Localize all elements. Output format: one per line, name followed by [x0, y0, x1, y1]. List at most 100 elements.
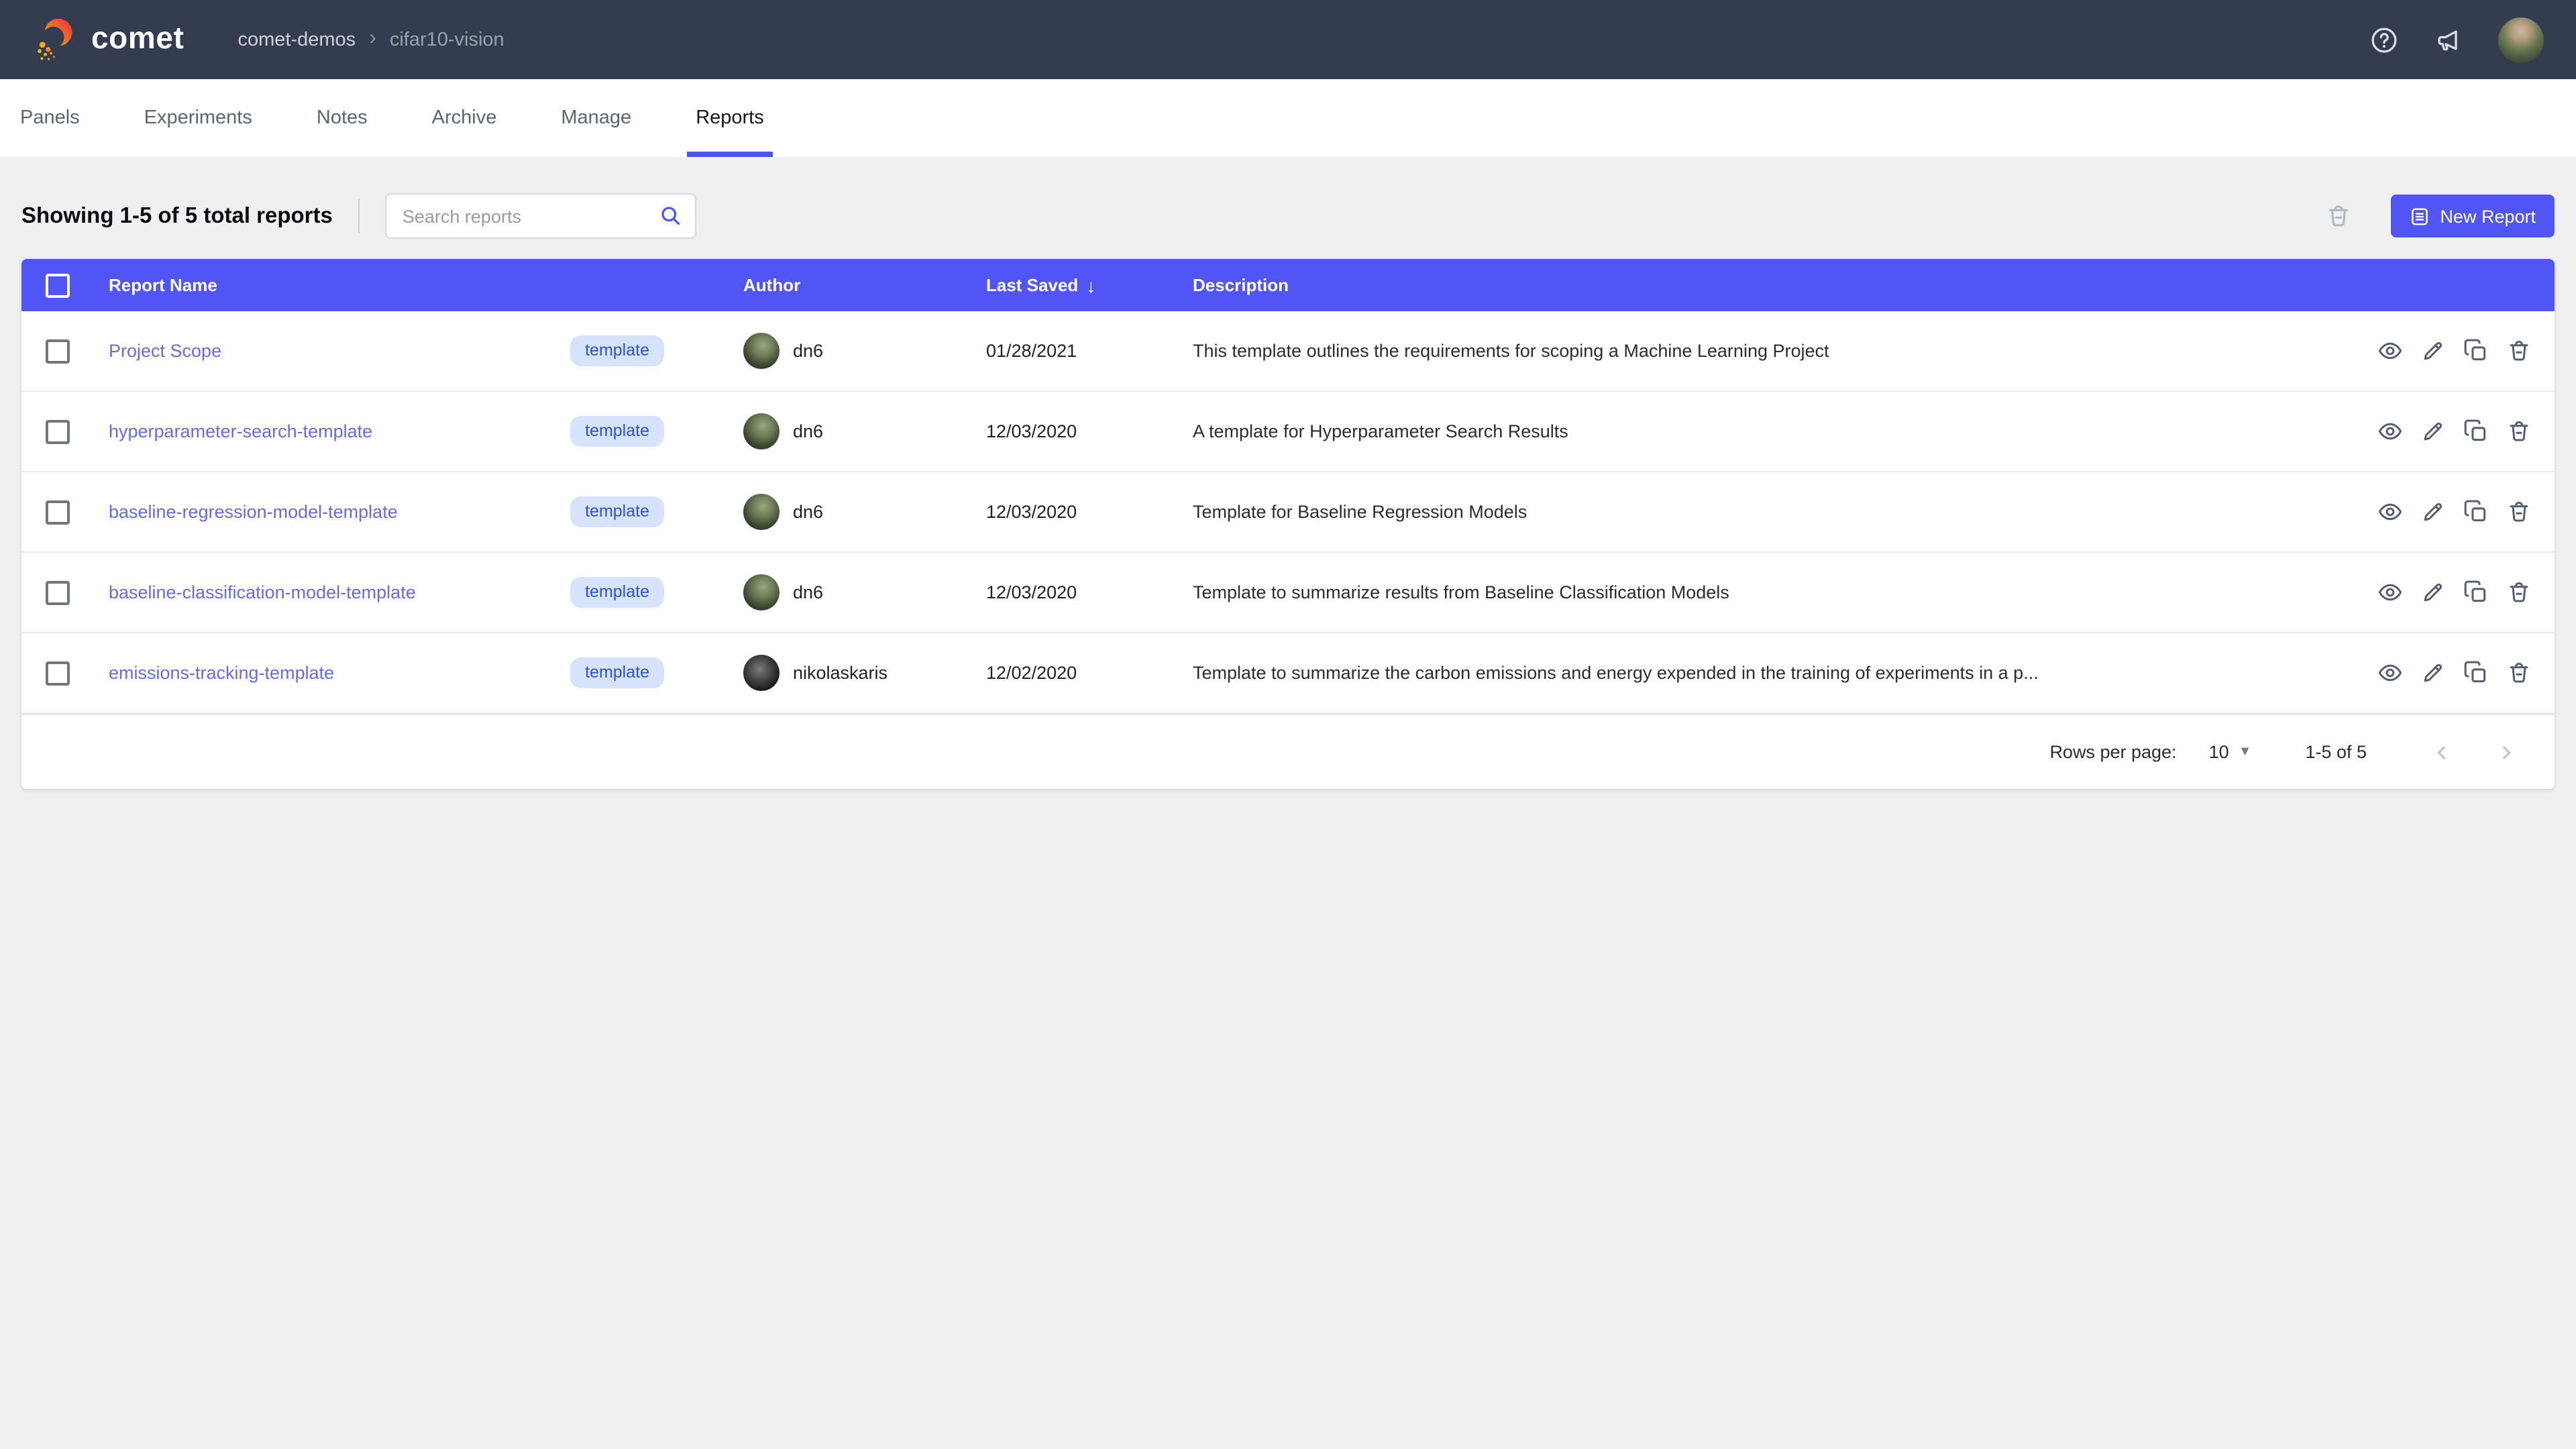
author-avatar [743, 574, 780, 610]
bulk-delete-icon[interactable] [2324, 203, 2351, 229]
report-name-link[interactable]: baseline-classification-model-template [97, 582, 416, 602]
top-bar: comet comet-demos › cifar10-vision [0, 0, 2576, 79]
sort-desc-icon: ↓ [1086, 274, 1095, 296]
duplicate-icon[interactable] [2463, 660, 2489, 686]
table-row: Project Scope template dn6 01/28/2021 Th… [21, 311, 2555, 392]
delete-icon[interactable] [2506, 660, 2532, 686]
column-last-saved-label: Last Saved [986, 275, 1078, 295]
chevron-right-icon [2496, 741, 2517, 763]
report-doc-icon [2409, 206, 2429, 226]
delete-icon[interactable] [2506, 580, 2532, 605]
toolbar-right: New Report [2324, 195, 2555, 237]
pagination-range: 1-5 of 5 [2305, 742, 2367, 762]
table-pagination: Rows per page: 10 ▼ 1-5 of 5 [21, 714, 2555, 789]
view-icon[interactable] [2377, 499, 2403, 525]
search-input[interactable] [385, 193, 696, 239]
announcement-icon[interactable] [2434, 25, 2463, 54]
author-name: nikolaskaris [793, 663, 888, 683]
breadcrumb-project[interactable]: cifar10-vision [390, 29, 504, 50]
tab-label: Manage [561, 107, 631, 129]
row-actions [2353, 419, 2555, 444]
template-badge: template [570, 335, 664, 366]
logo-wordmark: comet [91, 22, 184, 57]
author-avatar [743, 413, 780, 449]
row-actions [2353, 499, 2555, 525]
breadcrumb-workspace[interactable]: comet-demos [238, 29, 356, 50]
report-name-link[interactable]: Project Scope [97, 341, 221, 361]
delete-icon[interactable] [2506, 499, 2532, 525]
table-row: emissions-tracking-template template nik… [21, 633, 2555, 714]
report-description: A template for Hyperparameter Search Res… [1175, 421, 2353, 441]
last-saved-date: 12/03/2020 [974, 502, 1175, 522]
tab-reports[interactable]: Reports [677, 79, 783, 157]
tab-label: Experiments [144, 107, 252, 129]
column-description: Description [1175, 275, 2353, 295]
edit-icon[interactable] [2420, 580, 2446, 605]
help-icon[interactable] [2369, 25, 2399, 54]
dropdown-caret-icon: ▼ [2239, 745, 2252, 759]
tab-manage[interactable]: Manage [542, 79, 650, 157]
view-icon[interactable] [2377, 660, 2403, 686]
template-badge: template [570, 415, 664, 447]
last-saved-date: 01/28/2021 [974, 341, 1175, 361]
author-name: dn6 [793, 502, 823, 522]
row-checkbox[interactable] [46, 500, 70, 524]
tab-archive[interactable]: Archive [413, 79, 516, 157]
report-name-link[interactable]: baseline-regression-model-template [97, 502, 398, 522]
reports-toolbar: Showing 1-5 of 5 total reports New Repor… [0, 192, 2576, 240]
view-icon[interactable] [2377, 580, 2403, 605]
delete-icon[interactable] [2506, 419, 2532, 444]
table-header: Report Name Author Last Saved ↓ Descript… [21, 259, 2555, 311]
tab-notes[interactable]: Notes [298, 79, 386, 157]
reports-table: Report Name Author Last Saved ↓ Descript… [21, 259, 2555, 789]
row-actions [2353, 338, 2555, 364]
report-description: This template outlines the requirements … [1175, 341, 2353, 361]
chevron-left-icon [2431, 741, 2453, 763]
column-last-saved[interactable]: Last Saved ↓ [974, 274, 1175, 296]
duplicate-icon[interactable] [2463, 580, 2489, 605]
template-badge: template [570, 496, 664, 527]
search-icon[interactable] [659, 204, 683, 228]
rows-per-page-select[interactable]: 10 ▼ [2209, 742, 2252, 762]
row-checkbox[interactable] [46, 661, 70, 685]
user-avatar[interactable] [2498, 17, 2544, 62]
tab-experiments[interactable]: Experiments [125, 79, 271, 157]
author-avatar [743, 333, 780, 369]
duplicate-icon[interactable] [2463, 419, 2489, 444]
edit-icon[interactable] [2420, 499, 2446, 525]
tab-label: Archive [432, 107, 497, 129]
row-checkbox[interactable] [46, 580, 70, 604]
new-report-button[interactable]: New Report [2390, 195, 2555, 237]
view-icon[interactable] [2377, 338, 2403, 364]
duplicate-icon[interactable] [2463, 499, 2489, 525]
previous-page-button[interactable] [2426, 736, 2458, 768]
column-report-name: Report Name [97, 275, 733, 295]
tab-label: Reports [696, 107, 764, 129]
edit-icon[interactable] [2420, 338, 2446, 364]
edit-icon[interactable] [2420, 419, 2446, 444]
next-page-button[interactable] [2490, 736, 2522, 768]
template-badge: template [570, 657, 664, 688]
select-all-checkbox[interactable] [46, 273, 70, 297]
project-nav: Panels Experiments Notes Archive Manage … [0, 79, 2576, 157]
author-name: dn6 [793, 421, 823, 441]
tab-panels[interactable]: Panels [1, 79, 99, 157]
topbar-actions [2369, 17, 2544, 62]
duplicate-icon[interactable] [2463, 338, 2489, 364]
report-name-link[interactable]: emissions-tracking-template [97, 663, 334, 683]
edit-icon[interactable] [2420, 660, 2446, 686]
view-icon[interactable] [2377, 419, 2403, 444]
row-checkbox[interactable] [46, 339, 70, 363]
last-saved-date: 12/03/2020 [974, 582, 1175, 602]
author-name: dn6 [793, 341, 823, 361]
app-root: comet comet-demos › cifar10-vision Panel… [0, 0, 2576, 1449]
delete-icon[interactable] [2506, 338, 2532, 364]
new-report-label: New Report [2440, 206, 2536, 226]
report-name-link[interactable]: hyperparameter-search-template [97, 421, 372, 441]
comet-logo[interactable]: comet [32, 14, 184, 65]
rows-per-page-value: 10 [2209, 742, 2229, 762]
row-checkbox[interactable] [46, 419, 70, 443]
column-author: Author [733, 275, 974, 295]
table-row: baseline-classification-model-template t… [21, 553, 2555, 633]
search-box [385, 193, 696, 239]
